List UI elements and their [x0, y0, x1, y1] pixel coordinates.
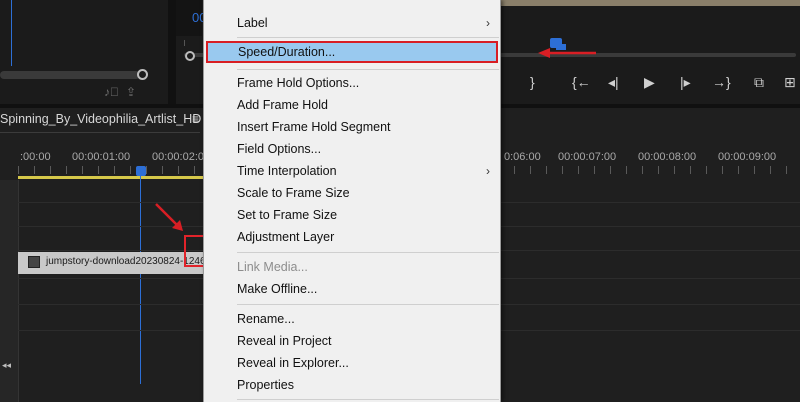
go-to-out-icon[interactable]: →} — [712, 70, 731, 94]
source-monitor: ♪⃝ ⇪ — [0, 0, 168, 104]
ruler-label: 00:00:01:00 — [72, 151, 131, 163]
annotation-arrow-icon — [538, 48, 596, 58]
sequence-tab[interactable]: Spinning_By_Videophilia_Artlist_HD — [0, 112, 201, 126]
menu-item-adjustment-layer[interactable]: Adjustment Layer — [204, 226, 500, 248]
ruler-label: 00:00:07:00 — [558, 151, 617, 163]
menu-item-rename[interactable]: Rename... — [204, 308, 500, 330]
export-frame-icon[interactable]: ⇪ — [126, 85, 136, 99]
ruler-label: 00:00:08:00 — [638, 151, 697, 163]
menu-item-text: Scale to Frame Size — [237, 186, 350, 200]
menu-item-scale-to-frame-size[interactable]: Scale to Frame Size — [204, 182, 500, 204]
context-menu: Label › Speed/Duration... Frame Hold Opt… — [203, 0, 596, 402]
ruler-label: 00:00:09:00 — [718, 151, 777, 163]
menu-separator — [237, 399, 499, 400]
menu-separator — [237, 304, 499, 305]
insert-audio-icon[interactable]: ♪⃝ — [104, 85, 119, 99]
menu-item-text: Frame Hold Options... — [237, 76, 360, 90]
submenu-chevron-icon: › — [486, 164, 490, 178]
menu-item-link-media: Link Media... — [204, 256, 500, 278]
play-icon[interactable]: ▶ — [644, 70, 655, 94]
menu-item-add-frame-hold[interactable]: Add Frame Hold — [204, 94, 500, 116]
ruler-label: :00:00 — [20, 151, 51, 163]
menu-item-text: Reveal in Project — [237, 334, 332, 348]
menu-item-text: Add Frame Hold — [237, 98, 329, 112]
step-back-icon[interactable]: ◂| — [608, 70, 619, 94]
menu-item-make-offline[interactable]: Make Offline... — [204, 278, 500, 300]
panel-divider — [168, 0, 176, 104]
program-video-frame — [500, 0, 800, 6]
menu-item-text: Time Interpolation — [237, 164, 337, 178]
menu-item-text: Label — [237, 16, 268, 30]
program-zoom-handle[interactable] — [185, 51, 195, 61]
menu-item-reveal-in-project[interactable]: Reveal in Project — [204, 330, 500, 352]
ruler-label: 0:06:00 — [504, 151, 541, 163]
menu-item-properties[interactable]: Properties — [204, 374, 500, 396]
menu-item-field-options[interactable]: Field Options... — [204, 138, 500, 160]
menu-item-label[interactable]: Label › — [204, 12, 500, 34]
source-scrub-bar[interactable] — [0, 71, 140, 79]
sequence-menu-icon[interactable]: ≡ — [192, 112, 199, 126]
menu-item-reveal-in-explorer[interactable]: Reveal in Explorer... — [204, 352, 500, 374]
track-header-divider — [18, 180, 19, 402]
menu-item-speed-duration[interactable]: Speed/Duration... — [206, 41, 498, 63]
menu-item-text: Field Options... — [237, 142, 322, 156]
timeline-clip[interactable]: jumpstory-download20230824-124616 — [18, 252, 217, 274]
work-area-bar[interactable] — [18, 176, 204, 179]
menu-separator — [237, 69, 499, 70]
ruler-label: 00:00:02:0 — [152, 151, 204, 163]
menu-item-set-to-frame-size[interactable]: Set to Frame Size — [204, 204, 500, 226]
menu-item-insert-frame-hold-segment[interactable]: Insert Frame Hold Segment — [204, 116, 500, 138]
menu-item-text: Speed/Duration... — [238, 45, 336, 59]
track-scroll-icon[interactable]: ◂◂ — [2, 360, 11, 371]
menu-separator — [237, 37, 499, 38]
annotation-arrow-icon — [155, 203, 183, 231]
source-playhead — [11, 0, 12, 66]
menu-item-text: Make Offline... — [237, 282, 318, 296]
timeline-playhead-line — [140, 174, 141, 384]
menu-item-time-interpolation[interactable]: Time Interpolation › — [204, 160, 500, 182]
program-in-marker — [184, 40, 185, 46]
menu-item-text: Reveal in Explorer... — [237, 356, 349, 370]
marker-in-icon[interactable]: } — [530, 70, 535, 94]
menu-item-text: Insert Frame Hold Segment — [237, 120, 391, 134]
go-to-in-icon[interactable]: {← — [572, 70, 591, 94]
menu-item-text: Link Media... — [237, 260, 308, 274]
overwrite-icon[interactable]: ⊞ — [784, 70, 796, 94]
menu-item-text: Set to Frame Size — [237, 208, 338, 222]
menu-separator — [237, 252, 499, 253]
tab-underline — [0, 132, 200, 133]
menu-item-text: Rename... — [237, 312, 295, 326]
step-forward-icon[interactable]: |▸ — [680, 70, 691, 94]
menu-item-frame-hold-options[interactable]: Frame Hold Options... — [204, 72, 500, 94]
source-zoom-handle[interactable] — [137, 69, 148, 80]
insert-icon[interactable]: ⧉ — [754, 70, 764, 94]
timeline-playhead-handle[interactable] — [136, 166, 146, 176]
menu-item-text: Adjustment Layer — [237, 230, 335, 244]
menu-item-text: Properties — [237, 378, 294, 392]
clip-fx-icon — [28, 256, 40, 268]
submenu-chevron-icon: › — [486, 16, 490, 30]
